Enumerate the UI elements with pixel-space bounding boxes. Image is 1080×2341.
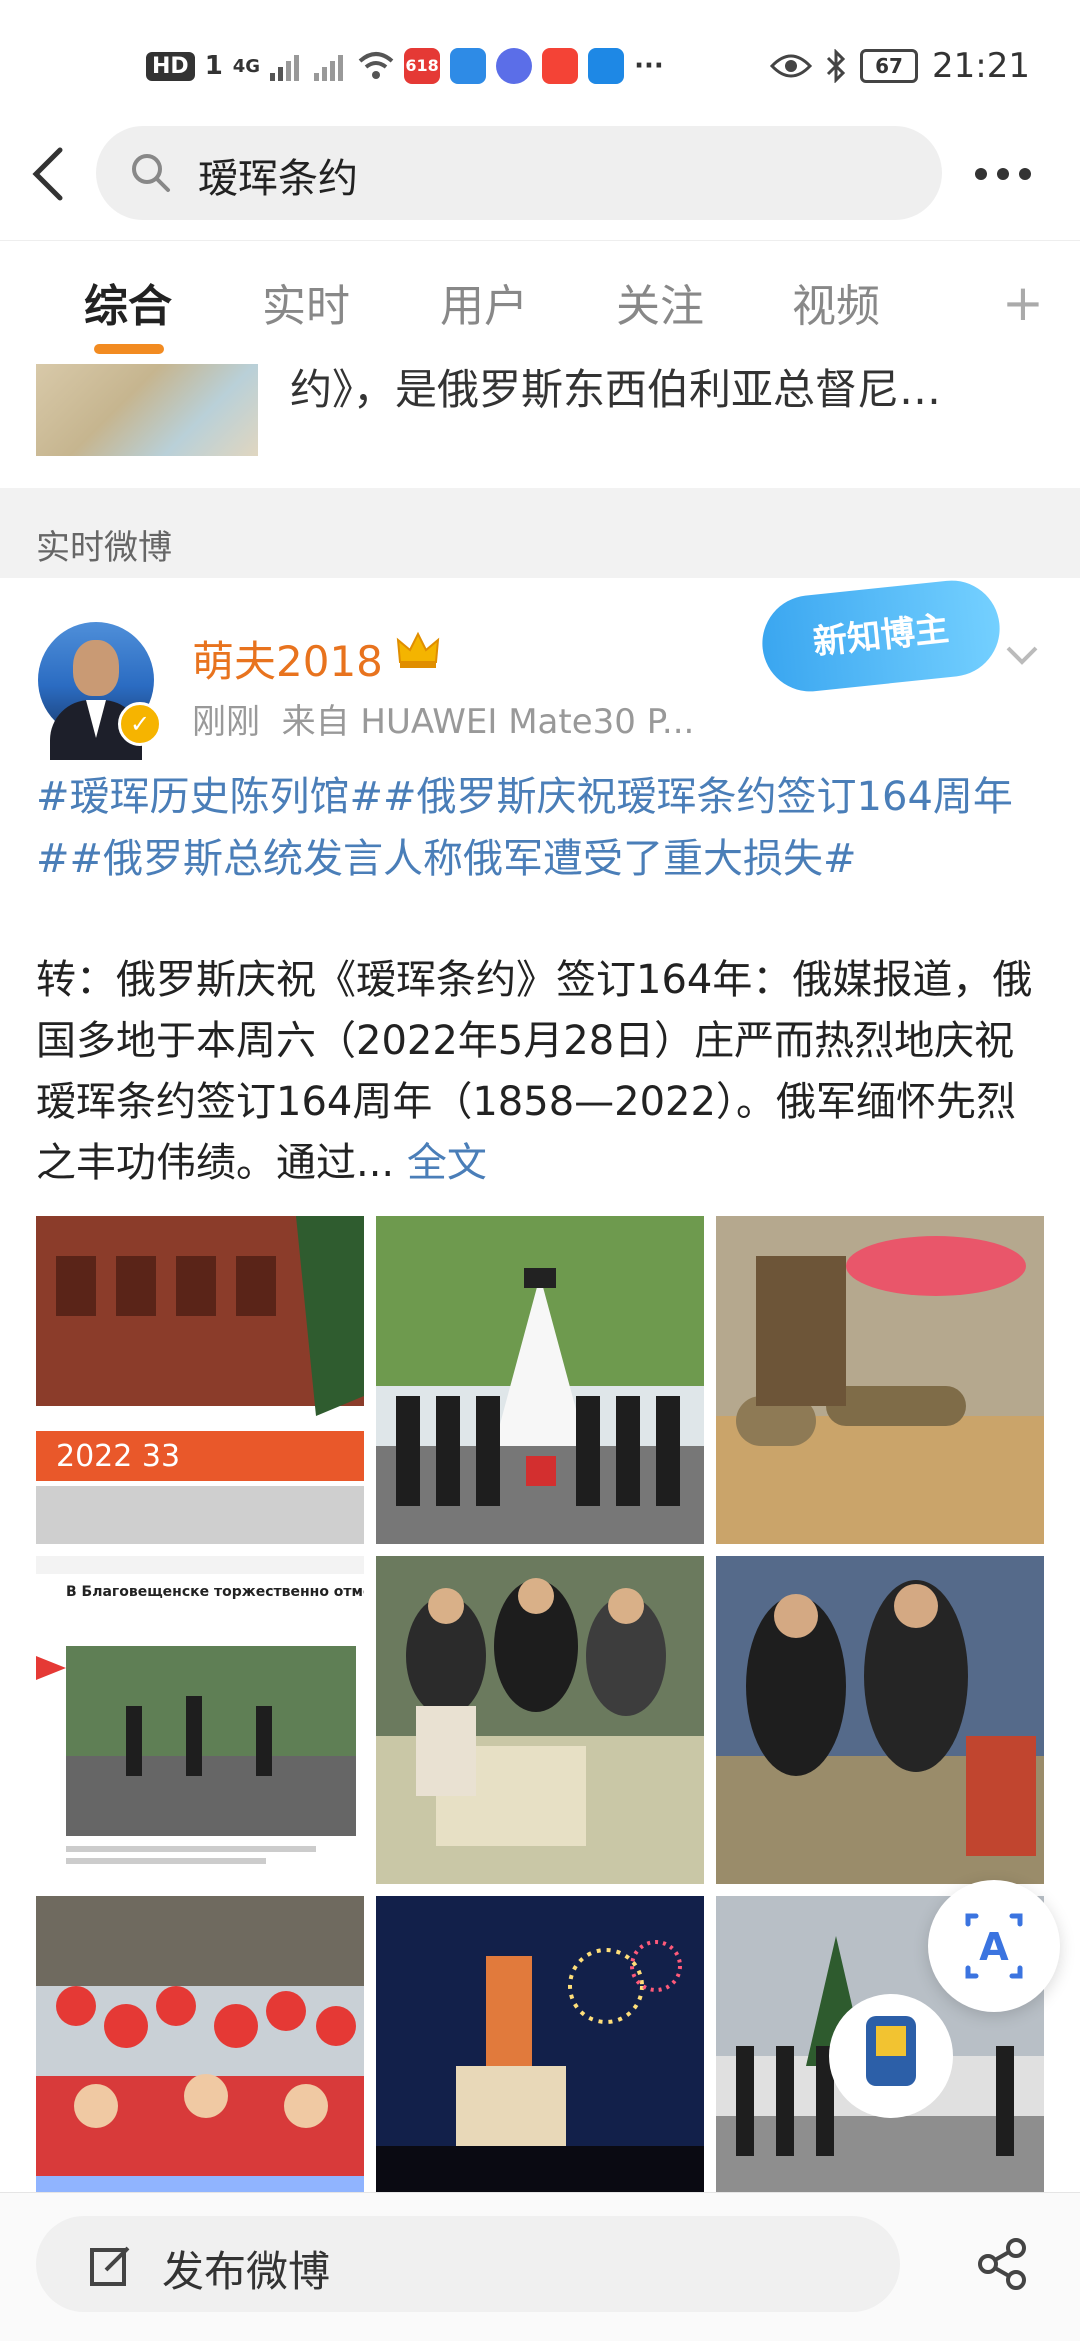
section-title: 实时微博 <box>36 528 172 568</box>
full-text-link[interactable]: 全文 <box>407 1140 487 1186</box>
post-image-8[interactable] <box>376 1896 704 2224</box>
status-left: HD 1 4G 618 ··· <box>146 44 664 88</box>
app-618-2-icon <box>542 48 579 84</box>
eye-icon <box>770 54 813 78</box>
tab-all[interactable]: 综合 <box>84 270 172 334</box>
weather-app-icon <box>588 48 625 84</box>
image-4-caption: В Благовещенске торжественно отметили 16… <box>66 1584 364 1600</box>
music-app-icon <box>496 48 533 84</box>
post-source: 来自 HUAWEI Mate30 P... <box>281 702 695 742</box>
translate-button[interactable]: A <box>928 1880 1060 2012</box>
sim-indicator: 1 <box>204 51 223 81</box>
more-status-icon: ··· <box>634 51 664 81</box>
search-icon <box>132 154 170 192</box>
post-body: 转：俄罗斯庆祝《瑷珲条约》签订164年：俄媒报道，俄国多地于本周六（2022年5… <box>36 950 1046 1194</box>
signal-icon <box>270 55 300 81</box>
bluetooth-icon <box>826 49 846 83</box>
post-image-4[interactable]: В Благовещенске торжественно отметили 16… <box>36 1556 364 1884</box>
wifi-icon <box>358 52 394 79</box>
post-image-2[interactable] <box>376 1216 704 1544</box>
translate-icon: A <box>965 1913 1023 1979</box>
hd-indicator: HD <box>146 51 195 81</box>
post-image-6[interactable] <box>716 1556 1044 1884</box>
battery-icon: 67 <box>860 49 919 83</box>
tab-realtime[interactable]: 实时 <box>262 270 350 334</box>
post-meta: 刚刚 来自 HUAWEI Mate30 P... <box>192 694 694 743</box>
cloud-app-icon <box>450 48 487 84</box>
tab-following[interactable]: 关注 <box>616 270 704 334</box>
post-hashtags[interactable]: #瑷珲历史陈列馆##俄罗斯庆祝瑷珲条约签订164周年##俄罗斯总统发言人称俄军遭… <box>36 766 1046 890</box>
share-icon[interactable] <box>974 2236 1030 2292</box>
post-body-text: 转：俄罗斯庆祝《瑷珲条约》签订164年：俄媒报道，俄国多地于本周六（2022年5… <box>36 957 1033 1186</box>
tab-indicator <box>94 344 164 354</box>
more-icon[interactable] <box>975 168 1031 180</box>
search-query[interactable]: 瑷珲条约 <box>198 146 358 204</box>
status-right: 67 21:21 <box>770 44 1030 88</box>
signal-2-icon <box>314 55 344 81</box>
compose-label[interactable]: 发布微博 <box>162 2238 330 2299</box>
status-time: 21:21 <box>932 46 1030 86</box>
image-1-caption: 2022 33 <box>56 1439 180 1474</box>
verified-icon: ✓ <box>118 702 162 746</box>
plus-icon[interactable]: + <box>1002 274 1044 332</box>
crown-icon <box>396 631 440 668</box>
compose-icon <box>90 2246 130 2286</box>
chevron-down-icon[interactable] <box>1002 636 1042 676</box>
signal-label: 4G <box>232 55 261 77</box>
previous-snippet: 约》，是俄罗斯东西伯利亚总督尼… <box>290 365 942 414</box>
avatar-face <box>73 640 119 696</box>
app-618-icon: 618 <box>404 48 441 84</box>
tab-users[interactable]: 用户 <box>440 270 528 334</box>
post-image-7[interactable] <box>36 1896 364 2224</box>
post-username[interactable]: 萌夫2018 <box>192 628 383 689</box>
post-image-1[interactable]: 2022 33 <box>36 1216 364 1544</box>
map-thumbnail <box>36 364 258 456</box>
svg-text:A: A <box>979 1925 1009 1969</box>
tab-video[interactable]: 视频 <box>792 270 880 334</box>
back-icon[interactable] <box>26 144 76 204</box>
post-image-5[interactable] <box>376 1556 704 1884</box>
post-image-3[interactable] <box>716 1216 1044 1544</box>
post-time: 刚刚 <box>192 702 260 742</box>
